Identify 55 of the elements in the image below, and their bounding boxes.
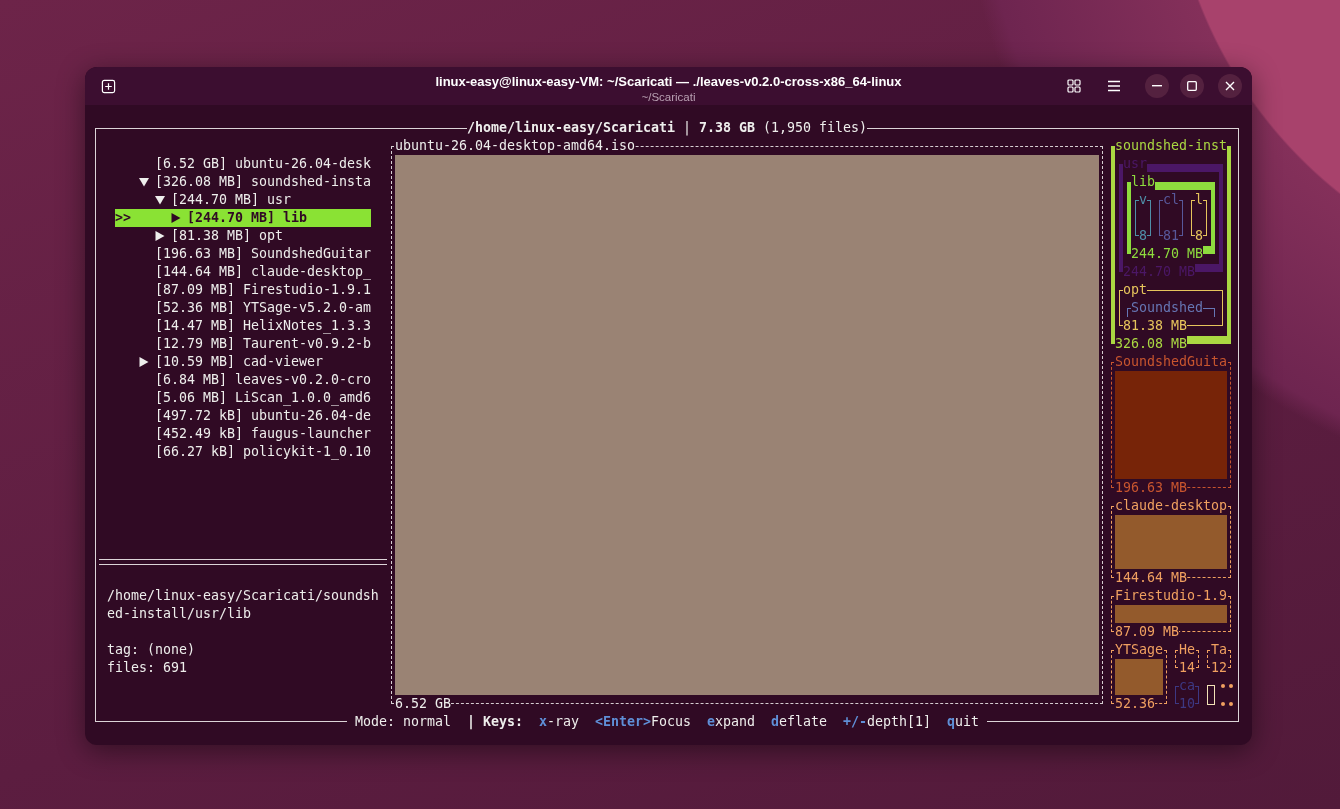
close-icon (1225, 81, 1235, 91)
tree-item[interactable]: [452.49 kB] faugus-launcher (155, 425, 371, 443)
minimize-icon (1152, 85, 1162, 87)
path-title: /home/linux-easy/Scaricati | 7.38 GB (1,950 files) (467, 119, 867, 137)
tree-item[interactable]: [5.06 MB] LiScan_1.0.0_amd6 (155, 389, 371, 407)
tree-item[interactable]: [66.27 kB] policykit-1_0.10 (155, 443, 371, 461)
maximize-button[interactable] (1180, 74, 1204, 98)
tree-item[interactable]: [196.63 MB] SoundshedGuitar (155, 245, 371, 263)
grid-icon (1067, 79, 1081, 93)
cursor-marker: >> (115, 209, 131, 227)
key-hint: x-ray (539, 713, 579, 731)
close-button[interactable] (1218, 74, 1242, 98)
key-hint: <Enter>Focus (595, 713, 691, 731)
dot-icon (1229, 702, 1233, 706)
mini-tile-icon (1207, 685, 1215, 705)
tree-item[interactable]: [244.70 MB] usr (155, 191, 291, 209)
key-hint: +/-depth[1] (842, 713, 931, 731)
tree-item[interactable]: [6.84 MB] leaves-v0.2.0-cro (155, 371, 371, 389)
tree-item[interactable]: [10.59 MB] cad-viewer (139, 353, 323, 371)
maximize-icon (1187, 81, 1197, 91)
dot-icon (1221, 702, 1225, 706)
dot-icon (1229, 684, 1233, 688)
tree-item[interactable]: [14.47 MB] HelixNotes_1.3.3 (155, 317, 371, 335)
detail-line: files: 691 (107, 659, 187, 677)
key-hint: deflate (770, 713, 827, 731)
tree-item[interactable]: [497.72 kB] ubuntu-26.04-de (155, 407, 371, 425)
detail-line: tag: (none) (107, 641, 195, 659)
mode-label: Mode: normal (355, 713, 452, 731)
key-hint: quit (946, 713, 979, 731)
separator-text: | (467, 713, 476, 731)
tree-item[interactable]: [52.36 MB] YTSage-v5.2.0-am (155, 299, 371, 317)
tree-item[interactable]: [326.08 MB] soundshed-insta (139, 173, 371, 191)
tile-label: claude-desktop (1115, 497, 1227, 515)
tile-label: lib (1131, 173, 1155, 191)
tree-item[interactable]: [244.70 MB] lib (171, 209, 307, 227)
tree-item[interactable]: [6.52 GB] ubuntu-26.04-desk (155, 155, 371, 173)
tree-item[interactable]: [144.64 MB] claude-desktop_ (155, 263, 371, 281)
tree-item[interactable]: [12.79 MB] Taurent-v0.9.2-b (155, 335, 371, 353)
view-grid-button[interactable] (1065, 77, 1083, 95)
minimize-button[interactable] (1145, 74, 1169, 98)
tile-label: YTSage (1115, 641, 1163, 659)
tile-fill (1115, 659, 1163, 695)
keys-label: Keys: (483, 713, 523, 731)
dot-icon (1221, 684, 1225, 688)
key-hint: expand (706, 713, 755, 731)
tile-label: opt (1123, 281, 1147, 299)
tree-item[interactable]: [87.09 MB] Firestudio-1.9.1 (155, 281, 371, 299)
tree-item[interactable]: [81.38 MB] opt (155, 227, 283, 245)
tile-label: ubuntu-26.04-desktop-amd64.iso (395, 137, 635, 155)
menu-icon (1107, 80, 1121, 92)
window-title: linux-easy@linux-easy-VM: ~/Scaricati — ./leaves-v0.2.0-cross-x86_64-linux (435, 73, 902, 90)
tile-label: soundshed-inst (1115, 137, 1227, 155)
window-subtitle: ~/Scaricati (641, 90, 696, 104)
path-text: /home/linux-easy/Scaricati/soundshed-install/usr/lib (107, 587, 379, 623)
new-tab-icon (100, 78, 116, 94)
